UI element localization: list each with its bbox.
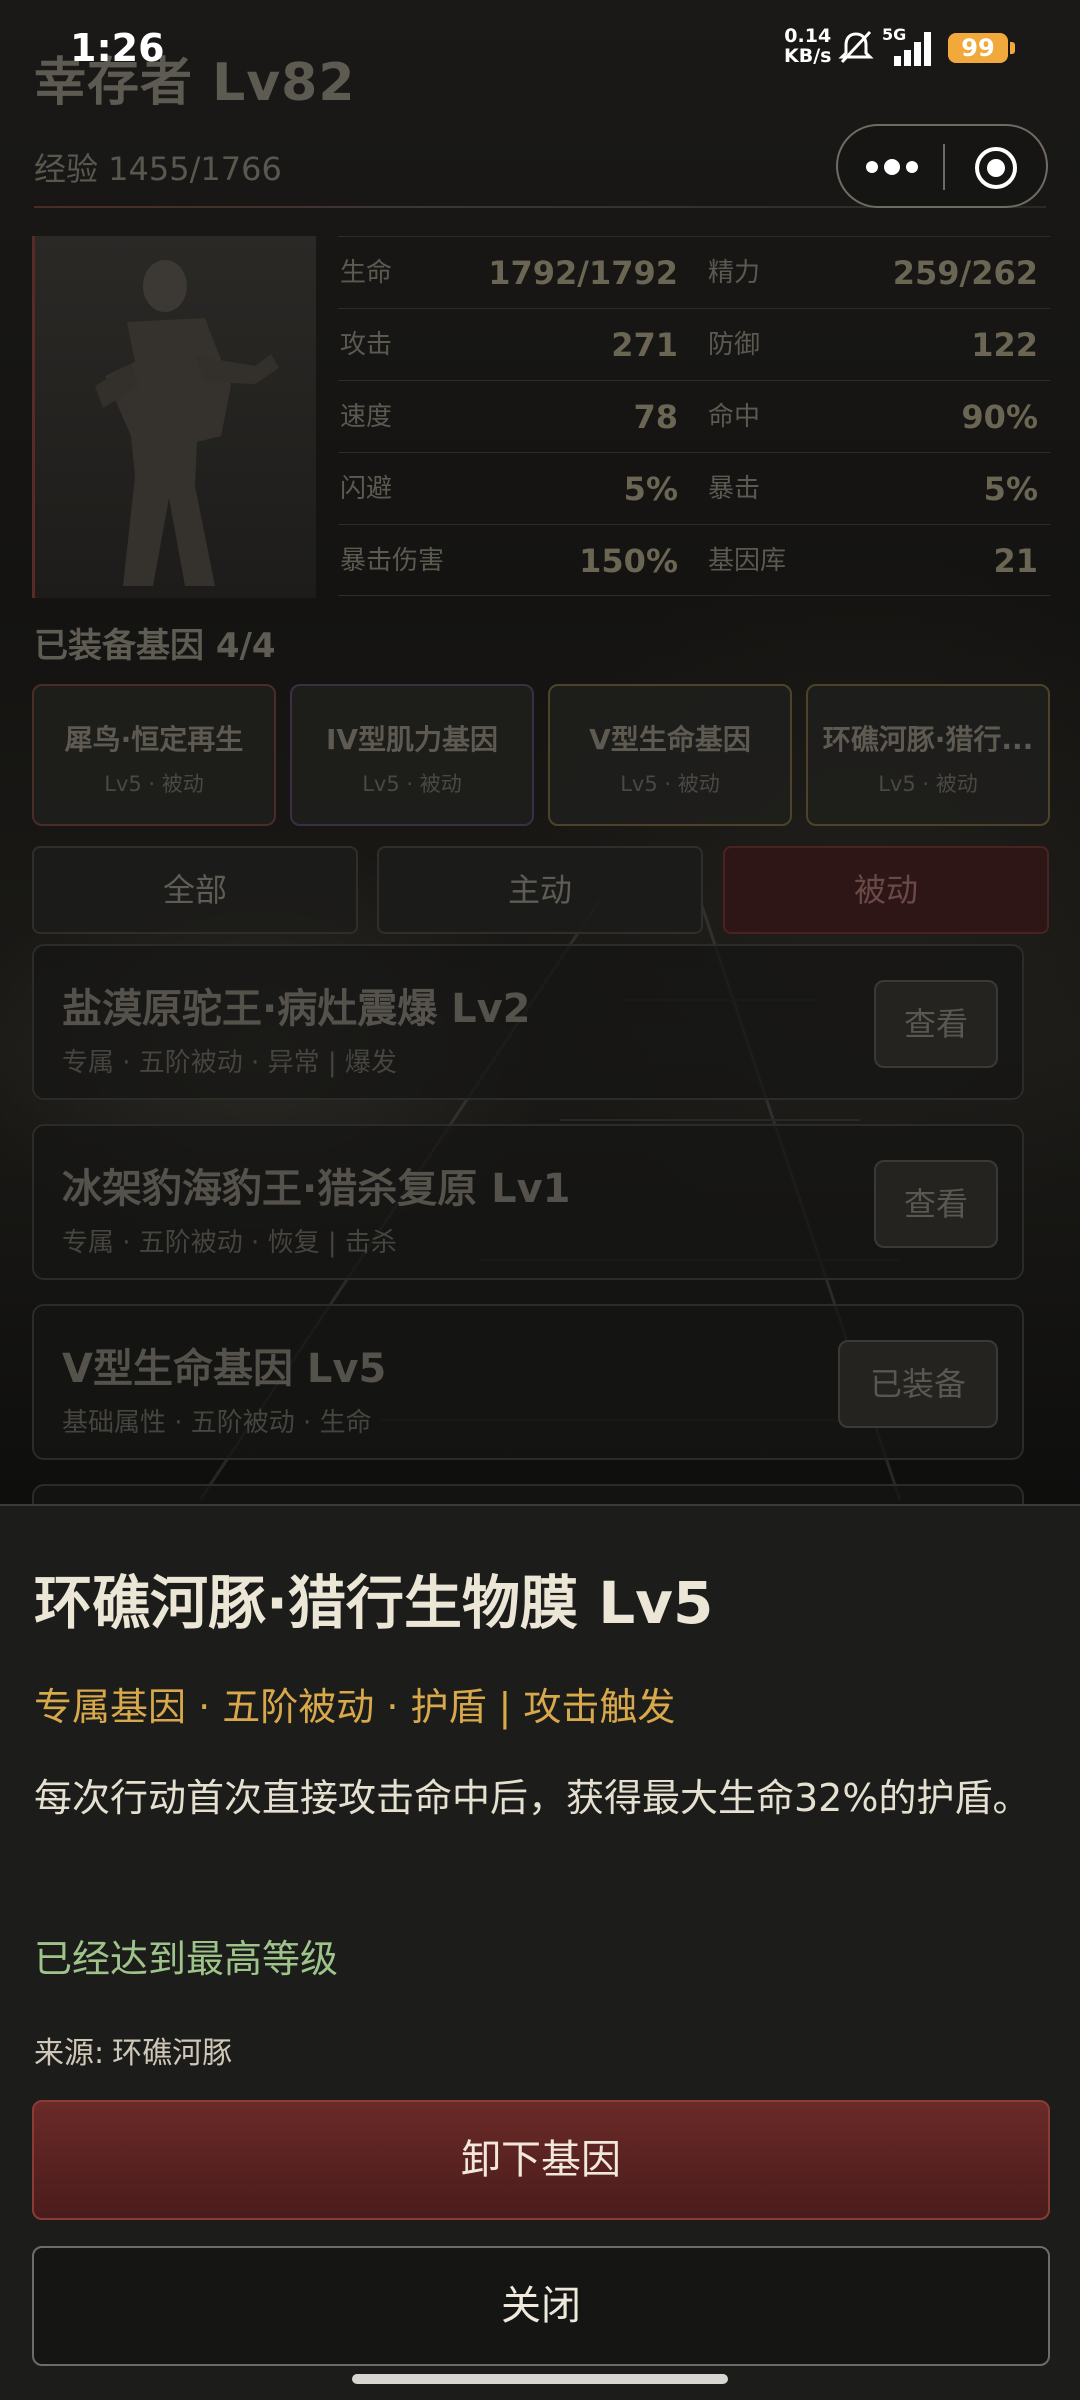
net-speed-unit: KB/s [784, 45, 832, 67]
source-value: 环礁河豚 [112, 2036, 233, 2071]
list-item[interactable]: 冰架豹海豹王·猎杀复原 Lv1 专属 · 五阶被动 · 恢复 | 击杀 查看 [32, 1124, 1024, 1280]
gene-name: 冰架豹海豹王·猎杀复原 Lv1 [62, 1166, 571, 1212]
equipped-slot[interactable]: IV型肌力基因 Lv5 · 被动 [290, 684, 534, 826]
stat-value: 5% [623, 470, 678, 508]
tab-passive[interactable]: 被动 [723, 846, 1049, 934]
network-type: 5G [882, 26, 906, 44]
stat-row: 速度 78 命中 90% [338, 380, 1050, 452]
stat-label: 防御 [708, 330, 761, 360]
survivor-figure-icon [95, 260, 279, 586]
slot-name: V型生命基因 [589, 723, 751, 756]
stat-value: 150% [579, 542, 678, 580]
stat-value: 21 [993, 542, 1038, 580]
capsule-divider [943, 144, 945, 190]
list-item[interactable]: V型生命基因 Lv5 基础属性 · 五阶被动 · 生命 已装备 [32, 1304, 1024, 1460]
stat-label: 基因库 [708, 546, 787, 576]
tab-active[interactable]: 主动 [377, 846, 703, 934]
unequip-button[interactable]: 卸下基因 [32, 2100, 1050, 2220]
stat-value: 78 [633, 398, 678, 436]
equipped-genes-title: 已装备基因 4/4 [34, 626, 276, 666]
stat-value: 1792/1792 [488, 254, 678, 292]
stat-row: 闪避 5% 暴击 5% [338, 452, 1050, 524]
stat-row: 暴击伤害 150% 基因库 21 [338, 524, 1050, 596]
stat-value: 259/262 [892, 254, 1038, 292]
status-time: 1:26 [70, 26, 165, 70]
slot-sub: Lv5 · 被动 [878, 772, 978, 796]
slot-sub: Lv5 · 被动 [104, 772, 204, 796]
stat-label: 暴击伤害 [340, 546, 445, 576]
list-item[interactable]: 盐漠原驼王·病灶震爆 Lv2 专属 · 五阶被动 · 异常 | 爆发 查看 [32, 944, 1024, 1100]
signal-icon: 5G [882, 26, 931, 66]
stat-value: 90% [961, 398, 1038, 436]
stat-row: 攻击 271 防御 122 [338, 308, 1050, 380]
equipped-slot[interactable]: V型生命基因 Lv5 · 被动 [548, 684, 792, 826]
target-icon[interactable] [972, 144, 1020, 192]
gene-tags: 专属 · 五阶被动 · 恢复 | 击杀 [62, 1228, 397, 1258]
net-speed: 0.14 KB/s [784, 26, 831, 66]
equipped-slot[interactable]: 环礁河豚·猎行... Lv5 · 被动 [806, 684, 1050, 826]
gene-name: V型生命基因 Lv5 [62, 1346, 387, 1392]
character-portrait [32, 236, 316, 598]
stat-label: 闪避 [340, 474, 393, 504]
sheet-tags: 专属基因 · 五阶被动 · 护盾 | 攻击触发 [34, 1685, 676, 1729]
exp-label: 经验 1455/1766 [34, 150, 282, 188]
stat-label: 生命 [340, 258, 393, 288]
max-level-note: 已经达到最高等级 [34, 1937, 339, 1981]
equipped-slot[interactable]: 犀鸟·恒定再生 Lv5 · 被动 [32, 684, 276, 826]
stat-label: 暴击 [708, 474, 761, 504]
stats-table: 生命 1792/1792 精力 259/262 攻击 271 防御 122 速度… [338, 236, 1050, 596]
source-label: 来源: [34, 2036, 105, 2071]
view-button[interactable]: 查看 [874, 980, 998, 1068]
view-button[interactable]: 查看 [874, 1160, 998, 1248]
stat-label: 速度 [340, 402, 393, 432]
stat-label: 精力 [708, 258, 761, 288]
sheet-title: 环礁河豚·猎行生物膜 Lv5 [34, 1569, 714, 1637]
stat-label: 攻击 [340, 330, 393, 360]
slot-name: 环礁河豚·猎行... [822, 723, 1034, 756]
gene-name: 盐漠原驼王·病灶震爆 Lv2 [62, 986, 531, 1032]
stat-label: 命中 [708, 402, 761, 432]
stat-row: 生命 1792/1792 精力 259/262 [338, 236, 1050, 308]
sheet-description: 每次行动首次直接攻击命中后，获得最大生命32%的护盾。 [34, 1776, 1031, 1820]
home-indicator[interactable] [352, 2374, 728, 2384]
close-button[interactable]: 关闭 [32, 2246, 1050, 2366]
gene-tags: 专属 · 五阶被动 · 异常 | 爆发 [62, 1048, 397, 1078]
tab-all[interactable]: 全部 [32, 846, 358, 934]
stat-value: 122 [971, 326, 1038, 364]
slot-name: 犀鸟·恒定再生 [64, 723, 244, 756]
mute-icon [838, 30, 874, 64]
gene-detail-sheet: 环礁河豚·猎行生物膜 Lv5 专属基因 · 五阶被动 · 护盾 | 攻击触发 每… [0, 1504, 1080, 2400]
stat-value: 271 [611, 326, 678, 364]
source-line: 来源: 环礁河豚 [34, 2028, 232, 2072]
slot-sub: Lv5 · 被动 [620, 772, 720, 796]
stat-value: 5% [983, 470, 1038, 508]
slot-sub: Lv5 · 被动 [362, 772, 462, 796]
equipped-button[interactable]: 已装备 [838, 1340, 998, 1428]
slot-name: IV型肌力基因 [325, 723, 499, 756]
gene-tags: 基础属性 · 五阶被动 · 生命 [62, 1408, 372, 1438]
net-speed-value: 0.14 [784, 25, 832, 47]
battery-icon: 99 [948, 33, 1015, 63]
miniprogram-capsule [836, 124, 1048, 208]
more-dots-icon[interactable] [864, 154, 920, 180]
status-bar: 1:26 0.14 KB/s 5G 99 [0, 0, 1080, 96]
